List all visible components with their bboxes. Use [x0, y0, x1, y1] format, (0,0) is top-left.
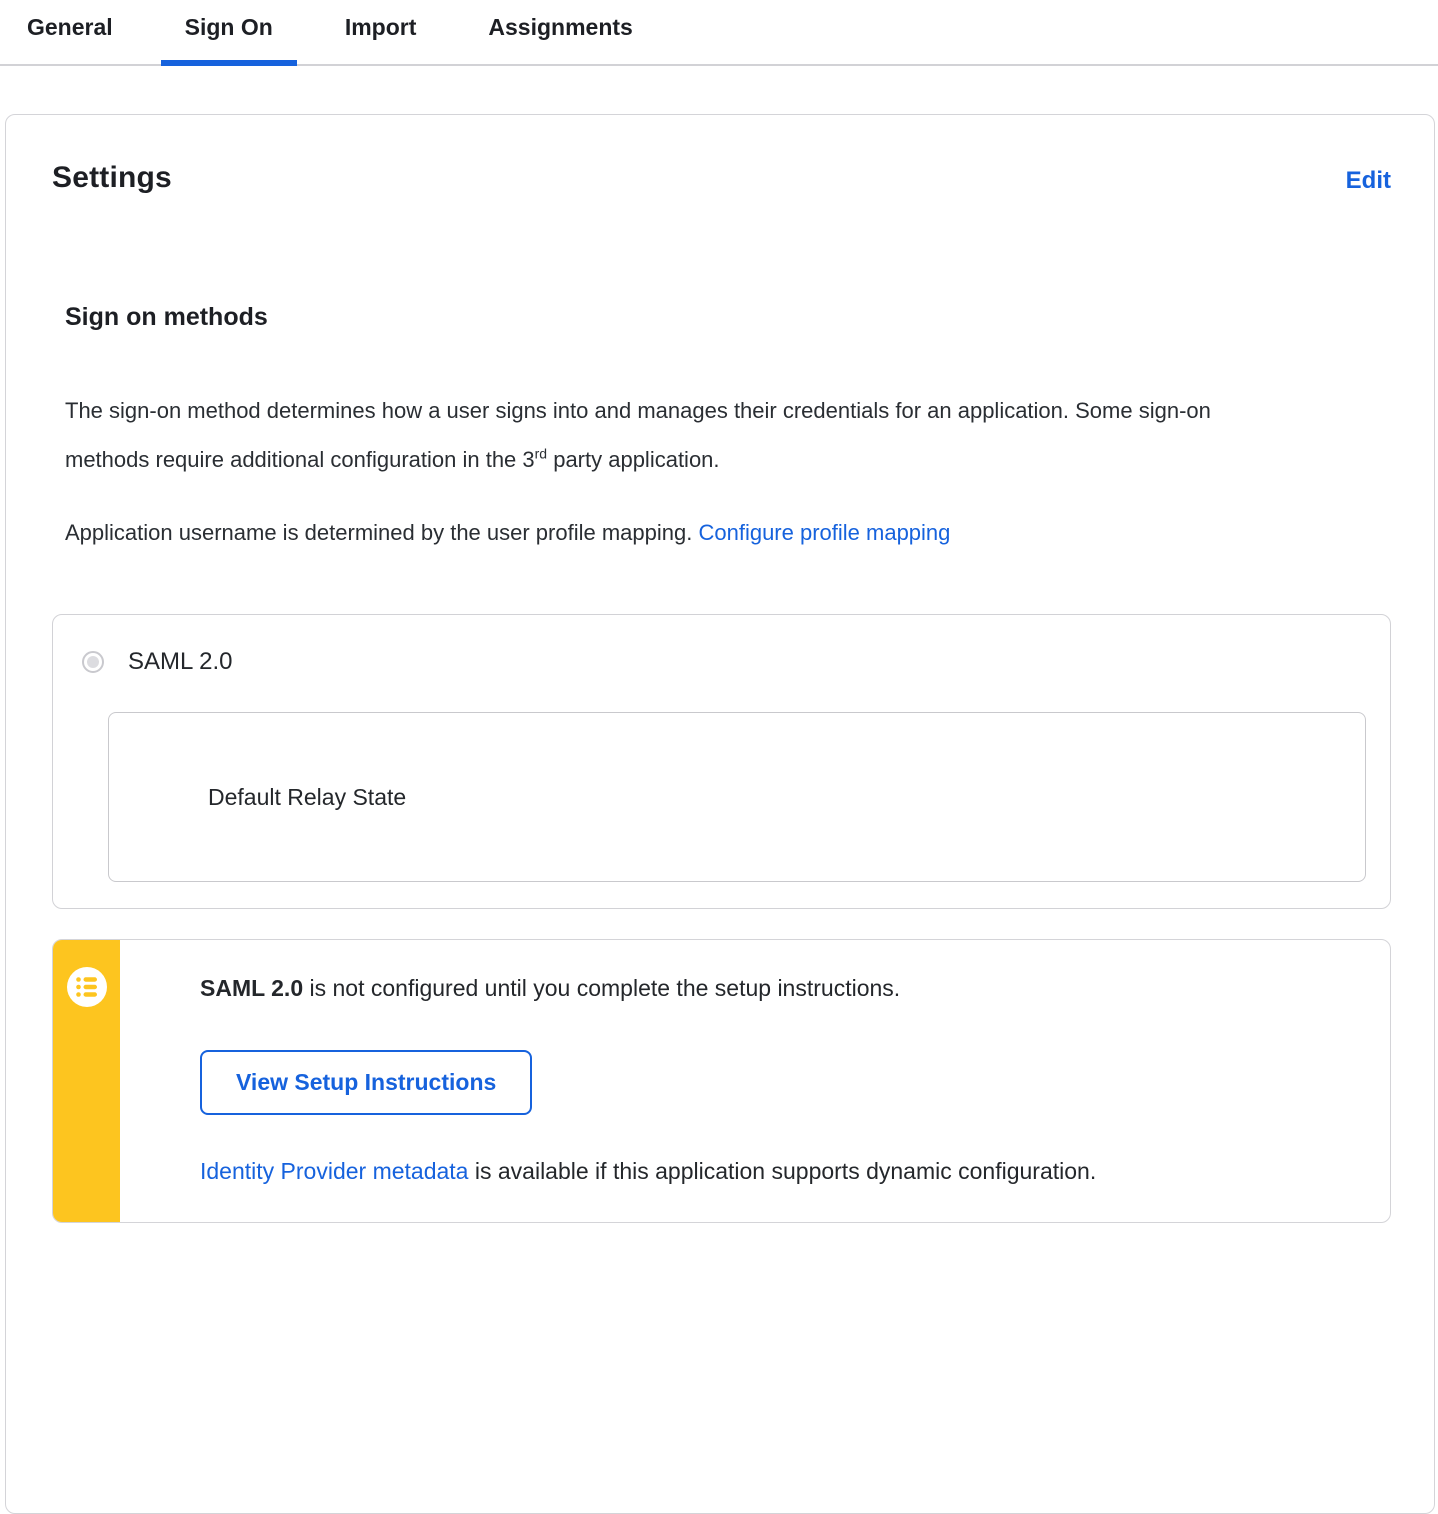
setup-warning-callout: SAML 2.0 is not configured until you com…: [52, 939, 1391, 1223]
callout-content: SAML 2.0 is not configured until you com…: [120, 940, 1136, 1222]
username-mapping-text: Application username is determined by th…: [65, 520, 699, 545]
callout-message-bold: SAML 2.0: [200, 975, 304, 1001]
saml-radio-dot: [87, 656, 99, 668]
edit-link[interactable]: Edit: [1346, 167, 1391, 195]
tab-general[interactable]: General: [3, 0, 137, 66]
username-mapping-line: Application username is determined by th…: [65, 508, 1300, 557]
saml-radio-button[interactable]: [82, 651, 104, 673]
sign-on-description: The sign-on method determines how a user…: [65, 386, 1300, 484]
tab-import[interactable]: Import: [321, 0, 441, 66]
default-relay-state-box: Default Relay State: [108, 712, 1366, 882]
default-relay-state-label: Default Relay State: [208, 783, 407, 810]
saml-radio-label: SAML 2.0: [128, 648, 233, 675]
callout-message-text: is not configured until you complete the…: [303, 975, 901, 1001]
metadata-text: is available if this application support…: [468, 1158, 1097, 1184]
page-title: Settings: [52, 161, 172, 194]
list-icon: [66, 967, 107, 1007]
tab-assignments[interactable]: Assignments: [464, 0, 656, 66]
callout-yellow-strip: [53, 940, 120, 1222]
metadata-line: Identity Provider metadata is available …: [200, 1158, 1096, 1185]
description-text-2: party application.: [547, 447, 720, 472]
configure-profile-mapping-link[interactable]: Configure profile mapping: [698, 520, 950, 545]
callout-message: SAML 2.0 is not configured until you com…: [200, 973, 1096, 1003]
settings-card-header: Settings Edit: [52, 161, 1391, 195]
saml-method-box: SAML 2.0 Default Relay State: [52, 614, 1391, 909]
tab-bar: General Sign On Import Assignments: [0, 0, 1438, 66]
settings-card: Settings Edit Sign on methods The sign-o…: [5, 114, 1435, 1514]
view-setup-instructions-button[interactable]: View Setup Instructions: [200, 1050, 533, 1115]
saml-radio-row: SAML 2.0: [82, 648, 1366, 676]
description-superscript: rd: [534, 445, 548, 462]
identity-provider-metadata-link[interactable]: Identity Provider metadata: [200, 1158, 468, 1184]
tab-sign-on[interactable]: Sign On: [160, 0, 297, 66]
sign-on-methods-heading: Sign on methods: [65, 303, 268, 331]
